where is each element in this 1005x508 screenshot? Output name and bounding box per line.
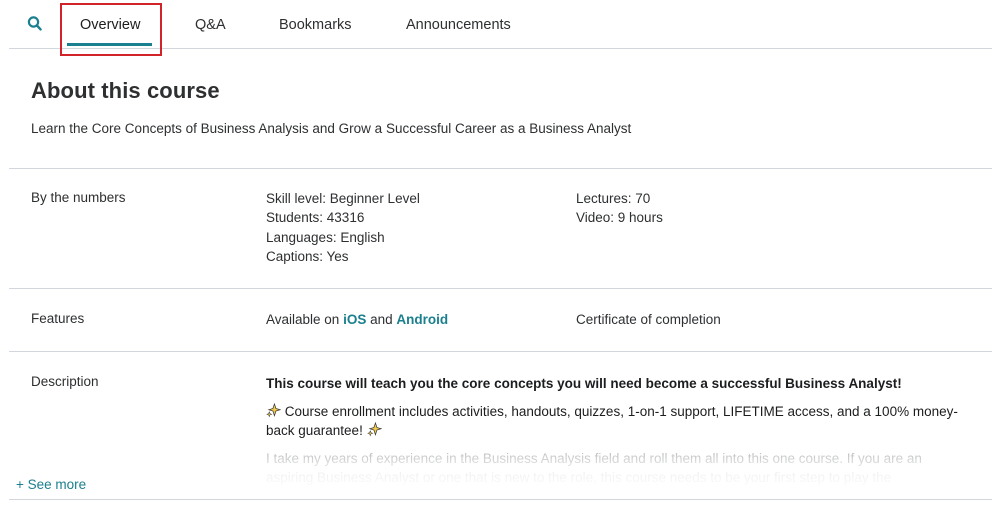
divider — [9, 351, 992, 352]
enrollment-note: Course enrollment includes activities, h… — [266, 402, 966, 440]
course-tabs: Overview Q&A Bookmarks Announcements — [9, 0, 992, 49]
page-title: About this course — [31, 78, 220, 103]
languages: Languages: English — [266, 229, 385, 245]
divider — [9, 288, 992, 289]
students-count: Students: 43316 — [266, 210, 365, 226]
tab-bookmarks[interactable]: Bookmarks — [279, 0, 352, 49]
search-button[interactable] — [27, 15, 43, 33]
description-label: Description — [31, 374, 99, 389]
ios-link[interactable]: iOS — [343, 312, 366, 327]
lectures-count: Lectures: 70 — [576, 191, 651, 206]
search-icon — [27, 16, 42, 31]
available-on-text: Available on — [266, 312, 344, 327]
certificate: Certificate of completion — [576, 312, 721, 327]
and-text: and — [366, 312, 397, 327]
see-more-button[interactable]: + See more — [16, 477, 86, 492]
course-subtitle: Learn the Core Concepts of Business Anal… — [31, 121, 632, 136]
description-headline: This course will teach you the core conc… — [266, 376, 902, 391]
tab-qa[interactable]: Q&A — [195, 0, 226, 49]
active-tab-indicator — [67, 43, 152, 46]
numbers-column-right: Lectures: 70 Video: 9 hours — [576, 189, 663, 228]
sparkle-icon — [266, 403, 281, 418]
captions: Captions: Yes — [266, 248, 349, 264]
tab-announcements[interactable]: Announcements — [406, 0, 511, 49]
features-label: Features — [31, 311, 85, 326]
numbers-label: By the numbers — [31, 190, 126, 205]
tab-overview[interactable]: Overview — [80, 0, 140, 49]
description-body: This course will teach you the core conc… — [266, 374, 966, 487]
video-length: Video: 9 hours — [576, 210, 663, 226]
android-link[interactable]: Android — [396, 312, 448, 327]
divider — [9, 168, 992, 169]
skill-level: Skill level: Beginner Level — [266, 191, 420, 206]
description-text: I take my years of experience in the Bus… — [266, 451, 922, 485]
numbers-column-left: Skill level: Beginner Level Students: 43… — [266, 189, 420, 266]
sparkle-icon — [366, 422, 382, 437]
platform-availability: Available on iOS and Android — [266, 310, 448, 329]
divider — [9, 499, 992, 500]
